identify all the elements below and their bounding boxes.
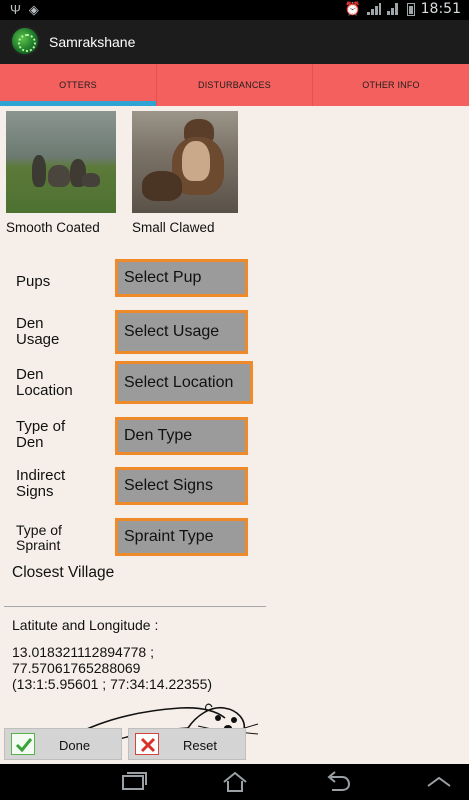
den-usage-select[interactable]: Select Usage	[115, 310, 248, 354]
app-logo-icon[interactable]	[10, 26, 40, 56]
check-icon	[11, 733, 35, 755]
indirect-signs-select[interactable]: Select Signs	[115, 467, 248, 505]
done-button-label: Done	[59, 738, 91, 753]
app-title: Samrakshane	[49, 34, 136, 50]
indirect-signs-label-line1: Indirect	[16, 467, 66, 484]
usb-icon: Ψ	[10, 2, 21, 17]
small-clawed-otter-image[interactable]	[132, 111, 238, 213]
reset-button[interactable]: Reset	[128, 728, 246, 760]
lat-lon-label: Latitute and Longitude :	[12, 617, 159, 633]
chevron-up-icon[interactable]	[424, 770, 454, 794]
den-usage-label-line2: Usage	[16, 331, 60, 348]
home-icon[interactable]	[220, 770, 250, 794]
clock: 18:51	[420, 1, 461, 17]
otter-option-small-clawed[interactable]: Small Clawed	[132, 111, 238, 235]
done-button[interactable]: Done	[4, 728, 122, 760]
indirect-signs-label: Indirect Signs	[16, 468, 65, 500]
status-bar: Ψ ◈ ⏰ 18:51	[0, 0, 469, 20]
den-location-label-line2: Location	[16, 382, 73, 399]
alarm-icon: ⏰	[344, 1, 361, 16]
den-location-label-line1: Den	[16, 366, 44, 383]
otter-option-smooth-coated[interactable]: Smooth Coated	[6, 111, 116, 235]
selected-tab-indicator	[0, 101, 156, 106]
den-location-select[interactable]: Select Location	[115, 361, 253, 404]
pups-label: Pups	[16, 273, 51, 290]
spraint-type-label-line2: Spraint	[16, 537, 61, 553]
latitude-value: 13.018321112894778 ;	[12, 644, 154, 660]
close-icon	[135, 733, 159, 755]
den-type-label-line2: Den	[16, 434, 44, 451]
den-type-label-line1: Type of	[16, 418, 66, 435]
otter-caption-smooth-coated: Smooth Coated	[6, 220, 100, 235]
navigation-bar	[0, 764, 469, 800]
smooth-coated-otter-image[interactable]	[6, 111, 116, 213]
tab-otters[interactable]: OTTERS	[0, 64, 156, 106]
recent-apps-icon[interactable]	[118, 770, 148, 794]
sync-icon: ◈	[28, 2, 39, 17]
spraint-type-select[interactable]: Spraint Type	[115, 518, 248, 556]
den-type-select[interactable]: Den Type	[115, 417, 248, 455]
signal-icon	[366, 3, 381, 15]
spraint-type-label-line1: Type of	[16, 522, 62, 538]
den-location-label: Den Location	[16, 367, 73, 399]
back-icon[interactable]	[322, 770, 352, 794]
spraint-type-label: Type of Spraint	[16, 523, 62, 553]
longitude-value: 77.57061765288069	[12, 660, 141, 676]
wifi-signal-icon	[386, 3, 401, 15]
tab-other-info[interactable]: OTHER INFO	[312, 64, 469, 106]
den-usage-label-line1: Den	[16, 315, 44, 332]
indirect-signs-label-line2: Signs	[16, 483, 54, 500]
tab-bar: OTTERS DISTURBANCES OTHER INFO	[0, 64, 469, 106]
otter-caption-small-clawed: Small Clawed	[132, 220, 215, 235]
pups-select[interactable]: Select Pup	[115, 259, 248, 297]
closest-village-input[interactable]	[4, 606, 266, 607]
battery-icon	[406, 2, 415, 16]
closest-village-label: Closest Village	[12, 564, 115, 581]
reset-button-label: Reset	[183, 738, 217, 753]
den-type-label: Type of Den	[16, 419, 65, 451]
tab-disturbances[interactable]: DISTURBANCES	[156, 64, 312, 106]
den-usage-label: Den Usage	[16, 316, 59, 348]
